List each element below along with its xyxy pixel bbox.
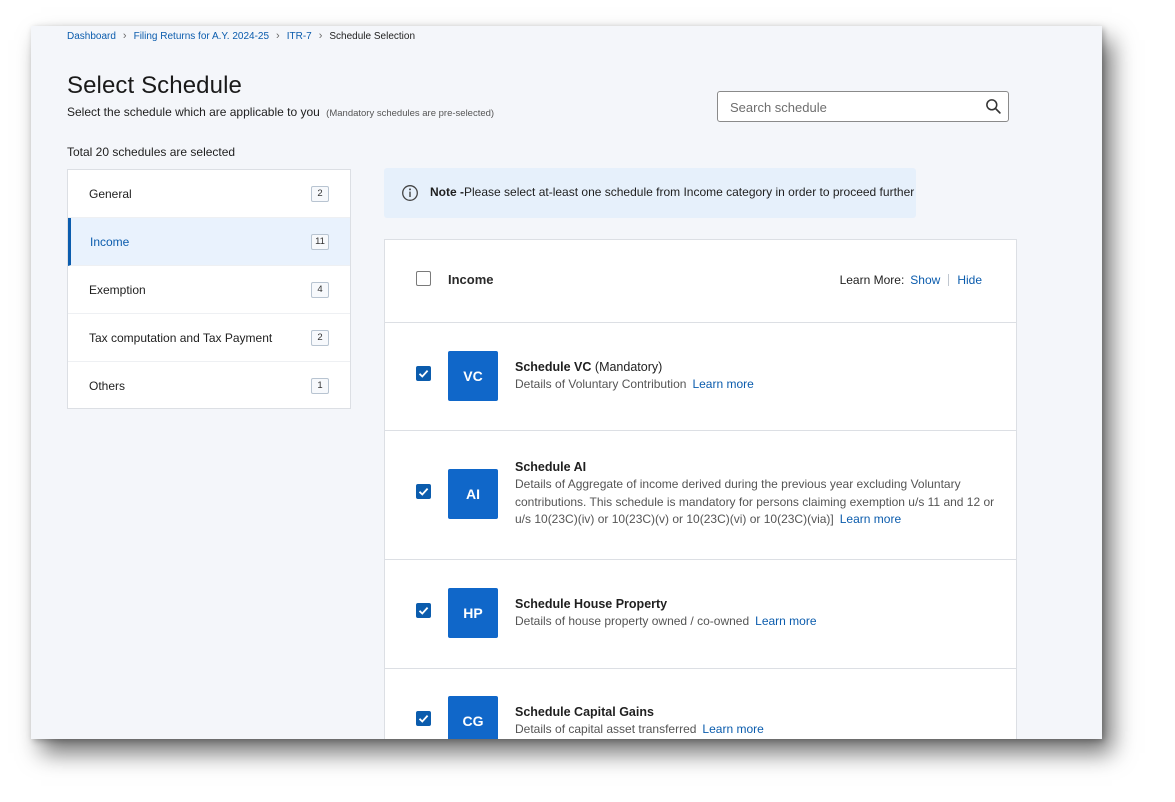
- category-general[interactable]: General 2: [68, 170, 350, 218]
- schedule-title: Schedule AI: [515, 460, 587, 474]
- breadcrumb-filing-returns[interactable]: Filing Returns for A.Y. 2024-25: [134, 31, 269, 42]
- mandatory-tag: (Mandatory): [594, 360, 663, 374]
- category-count: 2: [311, 330, 329, 346]
- learn-more-label: Learn More:: [839, 273, 905, 287]
- schedule-panel: Income Learn More: Show Hide VC Schedule…: [384, 239, 1017, 739]
- schedule-description: Details of capital asset transferred Lear…: [515, 721, 995, 739]
- schedule-checkbox[interactable]: [416, 603, 431, 618]
- category-label: Exemption: [89, 282, 146, 297]
- category-count: 2: [311, 186, 329, 202]
- schedule-description: Details of Aggregate of income derived d…: [515, 476, 995, 529]
- checkmark-icon: [418, 714, 429, 723]
- info-icon: [402, 185, 418, 201]
- schedule-row-vc: VC Schedule VC (Mandatory) Details of Vo…: [385, 323, 1016, 431]
- chevron-right-icon: ›: [276, 30, 280, 42]
- category-count: 1: [311, 378, 329, 394]
- category-income[interactable]: Income 11: [68, 218, 350, 266]
- breadcrumb-current: Schedule Selection: [329, 30, 416, 42]
- show-link[interactable]: Show: [910, 273, 940, 287]
- panel-header: Income Learn More: Show Hide: [385, 240, 1016, 323]
- category-exemption[interactable]: Exemption 4: [68, 266, 350, 314]
- learn-more-link[interactable]: Learn more: [692, 377, 753, 391]
- category-label: Others: [89, 379, 126, 393]
- schedule-description-text: Details of Aggregate of income derived d…: [515, 477, 995, 526]
- learn-more-link[interactable]: Learn more: [702, 722, 763, 736]
- schedule-badge: HP: [448, 588, 498, 638]
- chevron-right-icon: ›: [122, 30, 127, 42]
- category-tax-computation[interactable]: Tax computation and Tax Payment 2: [68, 314, 350, 362]
- category-count: 4: [311, 282, 329, 298]
- page-subtitle: Select the schedule which are applicable…: [67, 105, 494, 119]
- breadcrumb: Dashboard › Filing Returns for A.Y. 2024…: [67, 30, 415, 42]
- category-label: Tax computation and Tax Payment: [89, 330, 273, 345]
- app-window: Dashboard › Filing Returns for A.Y. 2024…: [31, 26, 1102, 739]
- hide-link[interactable]: Hide: [957, 273, 982, 287]
- category-count: 11: [311, 234, 329, 250]
- search-icon[interactable]: [985, 98, 1002, 115]
- schedule-checkbox[interactable]: [416, 484, 431, 499]
- learn-more-link[interactable]: Learn more: [755, 614, 816, 628]
- category-label: Income: [90, 234, 130, 249]
- search-input[interactable]: [728, 92, 972, 123]
- category-label: General: [89, 186, 132, 201]
- schedule-title: Schedule VC (Mandatory): [515, 360, 662, 374]
- subtitle-text: Select the schedule which are applicable…: [67, 105, 320, 119]
- checkmark-icon: [418, 487, 429, 496]
- schedule-description: Details of Voluntary Contribution Learn m…: [515, 376, 995, 394]
- page-title: Select Schedule: [67, 72, 242, 99]
- select-all-checkbox[interactable]: [416, 271, 431, 286]
- schedule-title: Schedule Capital Gains: [515, 705, 654, 719]
- category-others[interactable]: Others 1: [68, 362, 350, 410]
- schedule-badge: AI: [448, 469, 498, 519]
- schedule-row-cg: CG Schedule Capital Gains Details of cap…: [385, 669, 1016, 739]
- note-text: Note -Please select at-least one schedul…: [430, 185, 914, 199]
- checkmark-icon: [418, 606, 429, 615]
- schedule-row-ai: AI Schedule AI Details of Aggregate of i…: [385, 431, 1016, 560]
- search-box[interactable]: [717, 91, 1009, 123]
- breadcrumb-dashboard[interactable]: Dashboard: [67, 31, 116, 42]
- schedule-row-hp: HP Schedule House Property Details of ho…: [385, 560, 1016, 669]
- category-list: General 2 Income 11 Exemption 4 Tax comp…: [67, 169, 351, 409]
- total-selected: Total 20 schedules are selected: [67, 145, 236, 159]
- schedule-description: Details of house property owned / co-own…: [515, 613, 995, 631]
- panel-title: Income: [448, 272, 494, 287]
- schedule-badge: VC: [448, 351, 498, 401]
- subtitle-note: (Mandatory schedules are pre-selected): [326, 108, 495, 119]
- schedule-description-text: Details of Voluntary Contribution: [515, 377, 687, 391]
- note-banner: Note -Please select at-least one schedul…: [384, 168, 916, 218]
- schedule-checkbox[interactable]: [416, 366, 431, 381]
- learn-more-controls: Learn More: Show Hide: [840, 273, 982, 287]
- chevron-right-icon: ›: [318, 30, 323, 42]
- note-message: Please select at-least one schedule from…: [464, 185, 915, 199]
- schedule-description-text: Details of house property owned / co-own…: [515, 614, 750, 628]
- breadcrumb-itr7[interactable]: ITR-7: [287, 31, 312, 42]
- note-label: Note -: [430, 185, 464, 199]
- learn-more-link[interactable]: Learn more: [840, 512, 901, 526]
- schedule-checkbox[interactable]: [416, 711, 431, 726]
- checkmark-icon: [418, 369, 429, 378]
- schedule-badge: CG: [448, 696, 498, 739]
- schedule-title: Schedule House Property: [515, 597, 668, 611]
- schedule-title-text: Schedule VC: [515, 360, 592, 374]
- schedule-description-text: Details of capital asset transferred: [515, 722, 697, 736]
- divider: [948, 274, 950, 286]
